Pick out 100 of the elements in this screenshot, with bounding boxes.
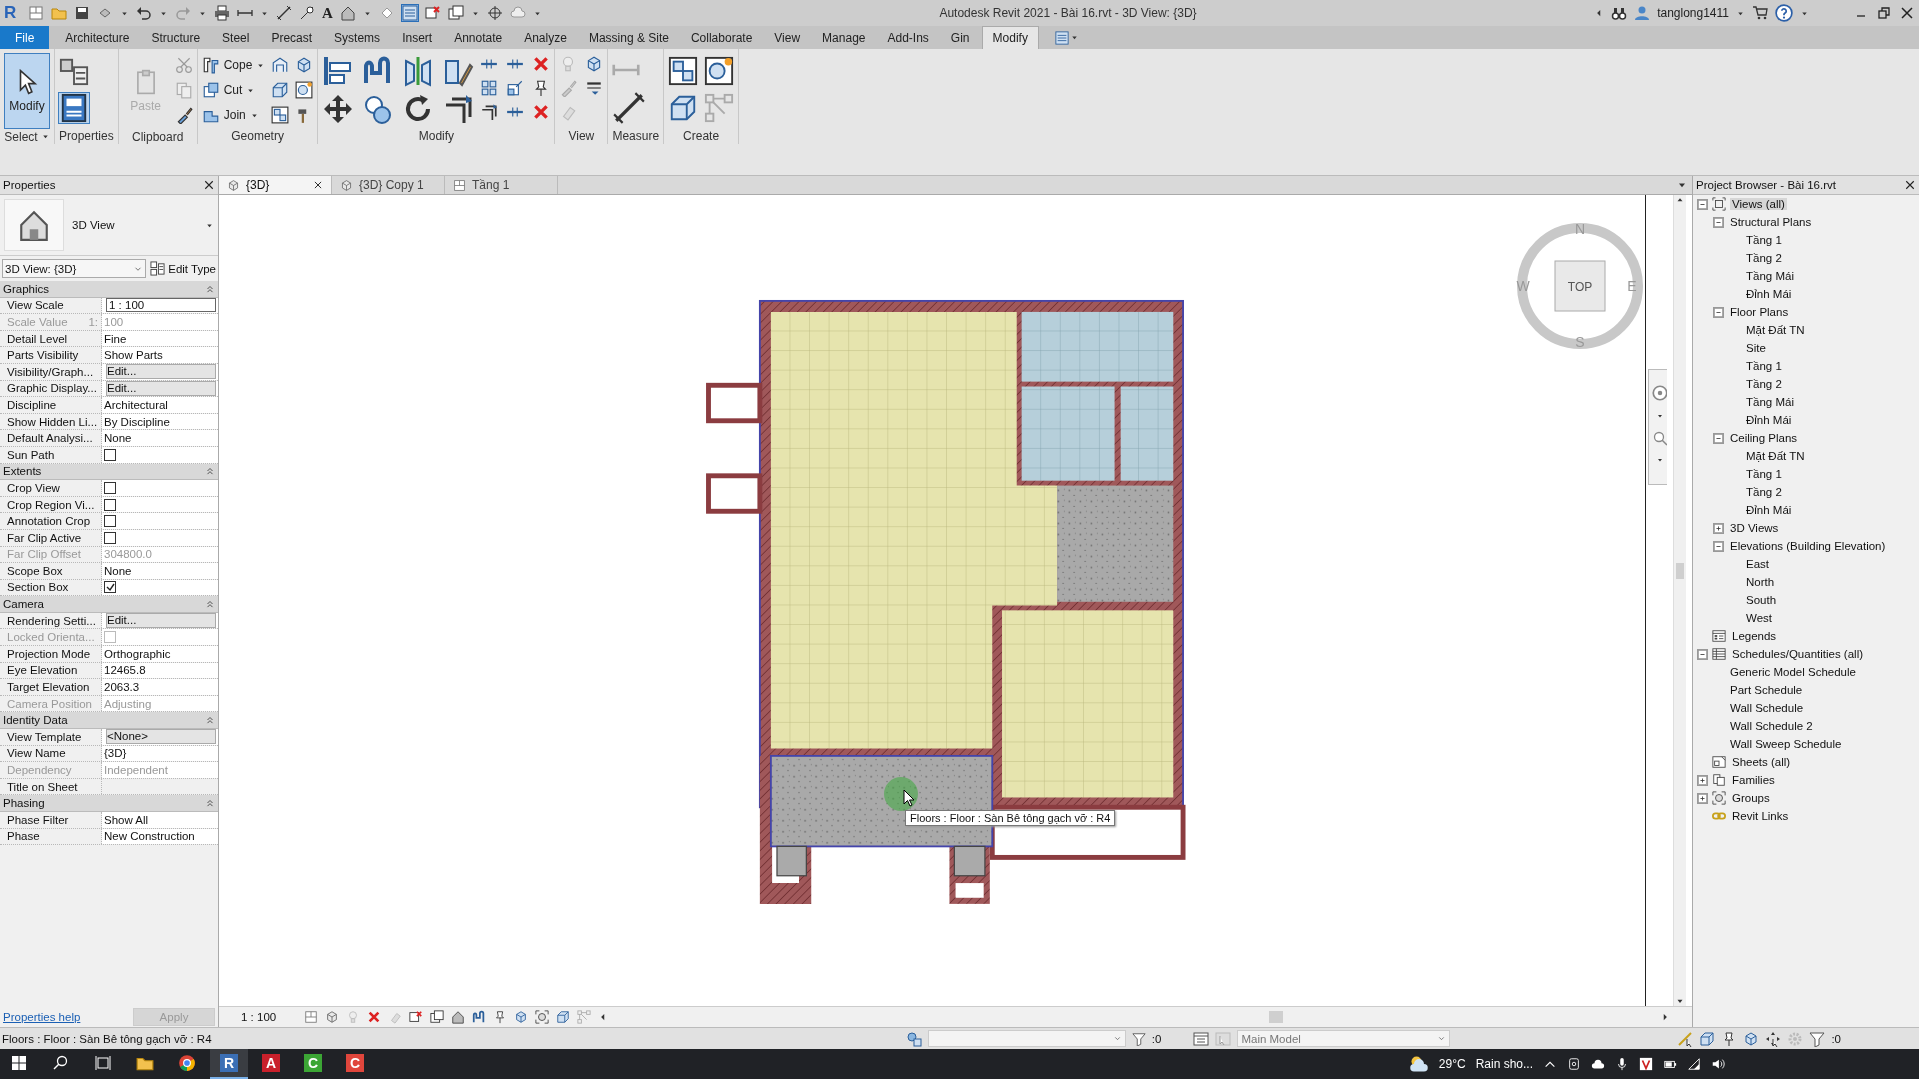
tree-item[interactable]: Part Schedule [1728,684,1805,696]
tree-item[interactable]: Ceiling Plans [1728,432,1800,444]
collapse-icon[interactable] [205,283,215,294]
weather-icon[interactable] [1408,1054,1429,1074]
tree-item[interactable]: Đỉnh Mái [1744,288,1794,300]
help-link[interactable]: Properties help [3,1011,81,1023]
edit-button[interactable]: <None> [106,729,216,745]
collapse-icon[interactable] [205,599,215,610]
expand-toggle[interactable] [1697,792,1708,804]
checkbox[interactable] [104,481,116,494]
assembly-icon[interactable] [295,81,314,99]
document-tab[interactable]: Tầng 1 [445,176,558,194]
ribbon-tab[interactable]: Architecture [55,26,140,49]
temperature[interactable]: 29°C [1438,1057,1466,1071]
ribbon-tab[interactable]: Collaborate [680,26,763,49]
search-icon[interactable] [53,1055,69,1071]
restore-icon[interactable] [1876,5,1892,21]
tree-item[interactable]: Groups [1730,792,1772,804]
properties-icon[interactable] [59,93,89,123]
taskbar-app[interactable]: A [252,1049,290,1079]
collapse-toggle[interactable] [1713,216,1724,228]
view-cube-top[interactable]: TOP [1554,260,1606,312]
tree-item[interactable]: Đỉnh Mái [1744,504,1794,516]
app-logo[interactable]: R [4,3,20,23]
ribbon-tab[interactable]: View [764,26,811,49]
array-icon[interactable] [480,79,499,97]
collapse-toggle[interactable] [1713,540,1724,552]
collapse-toggle[interactable] [1713,432,1724,444]
offset-icon[interactable] [472,1010,487,1024]
tree-item[interactable]: Elevations (Building Elevation) [1728,540,1888,552]
view-selector[interactable]: 3D View: {3D} [2,259,147,278]
expand-toggle[interactable] [1697,774,1708,786]
search-icon[interactable] [1611,5,1628,21]
house-icon[interactable] [339,5,356,21]
tree-item[interactable]: Tầng 1 [1744,234,1784,246]
user-name[interactable]: tanglong1411 [1657,6,1729,20]
close-icon[interactable] [1899,5,1915,21]
ribbon-tab[interactable]: Gin [940,26,980,49]
model-dropdown[interactable]: Main Model [1237,1030,1451,1047]
file-tab[interactable]: File [0,26,50,49]
ribbon-tab[interactable]: Analyze [514,26,577,49]
ribbon-tab[interactable]: Manage [812,26,876,49]
collapse-toggle[interactable] [1697,198,1708,210]
checkbox[interactable] [104,448,116,461]
family-types-icon[interactable] [59,56,89,86]
edit-button[interactable]: Edit... [106,364,216,380]
tree-item[interactable]: Tầng 2 [1744,252,1784,264]
collapse-icon[interactable] [205,798,215,809]
tree-item[interactable]: Tầng 1 [1744,360,1784,372]
tool-button[interactable]: Join [201,106,266,124]
scroll-thumb[interactable] [1676,562,1684,579]
tree-item[interactable]: 3D Views [1728,522,1781,534]
tree-item[interactable]: Tầng 2 [1744,486,1784,498]
tree-item[interactable]: Legends [1730,630,1779,642]
camera-icon[interactable] [1567,1057,1581,1071]
close-icon[interactable] [1904,179,1916,191]
layers-icon[interactable] [271,81,290,99]
microphone-icon[interactable] [1615,1057,1629,1071]
document-tab[interactable]: {3D} Copy 1 [332,176,445,194]
delete-icon[interactable] [532,55,551,73]
nodes-icon[interactable] [704,93,735,123]
tree-item[interactable]: Wall Schedule [1728,702,1806,714]
ribbon-tab[interactable]: Systems [324,26,391,49]
save-icon[interactable] [74,5,90,21]
ribbon-tab[interactable]: Precast [261,26,323,49]
task-view-icon[interactable] [95,1055,111,1071]
windows-start-icon[interactable] [11,1055,27,1071]
wifi-icon[interactable] [1687,1057,1701,1071]
tree-item[interactable]: Generic Model Schedule [1728,666,1858,678]
weather-text[interactable]: Rain sho... [1475,1057,1533,1071]
collapse-toggle[interactable] [1697,648,1708,660]
parts-icon[interactable] [271,106,290,124]
help-icon[interactable] [1775,4,1793,22]
tree-item[interactable]: Mặt Đất TN [1744,324,1807,336]
caret-icon[interactable] [1656,456,1664,464]
nodes-icon[interactable] [577,1010,592,1024]
zoom-icon[interactable] [1652,430,1667,446]
tree-item[interactable]: North [1744,576,1777,588]
tree-item[interactable]: Wall Schedule 2 [1728,720,1815,732]
ribbon-tab[interactable]: Modify [981,26,1039,49]
tree-item[interactable]: Mặt Đất TN [1744,450,1807,462]
tool-button[interactable]: Cut [201,81,266,99]
collapse-icon[interactable] [205,715,215,726]
tree-item[interactable]: Schedules/Quantities (all) [1730,648,1866,660]
expand-toggle[interactable] [1713,522,1724,534]
tree-item[interactable]: Wall Sweep Schedule [1728,738,1844,750]
tree-item[interactable]: Site [1744,342,1768,354]
cart-icon[interactable] [1752,5,1768,21]
crosshair-icon[interactable] [486,5,503,21]
tree-item[interactable]: Tầng Mái [1744,270,1796,282]
tree-item[interactable]: Đỉnh Mái [1744,414,1794,426]
document-tab[interactable]: {3D} [219,176,332,194]
ribbon-tab[interactable]: Steel [212,26,260,49]
caret-icon[interactable] [1069,33,1079,42]
checkbox[interactable] [104,515,116,528]
taskbar-app[interactable]: R [210,1049,248,1079]
tree-item[interactable]: Structural Plans [1728,216,1814,228]
caret-icon[interactable] [40,132,50,141]
tree-item[interactable]: Views (all) [1730,198,1787,210]
delete-icon[interactable] [532,103,551,121]
